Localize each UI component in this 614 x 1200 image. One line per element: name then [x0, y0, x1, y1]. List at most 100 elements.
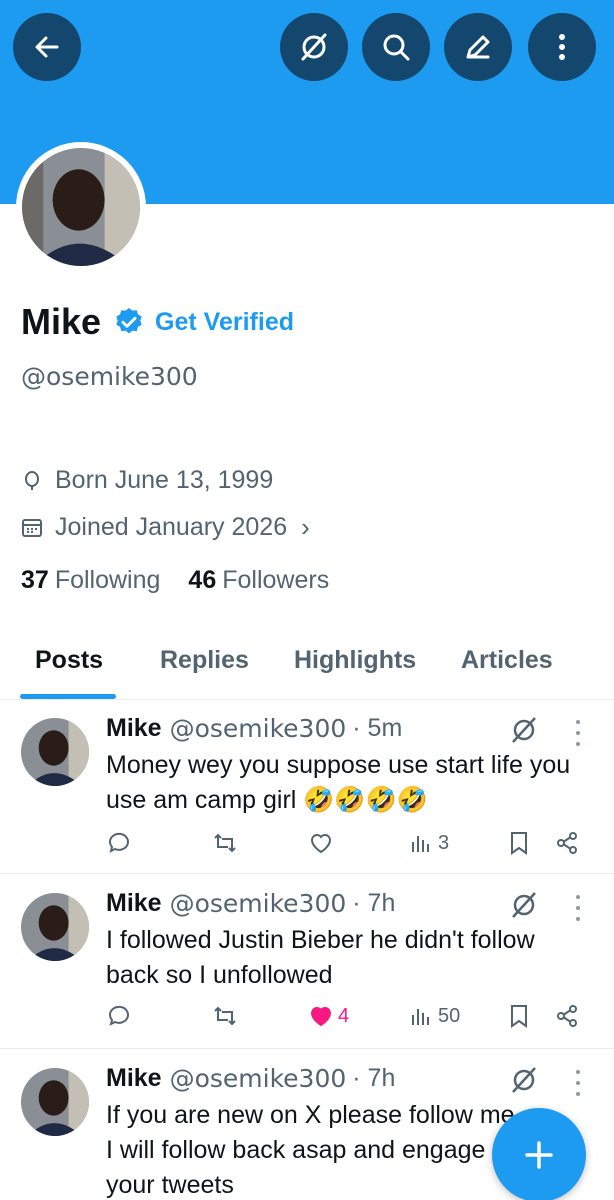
bookmark-button[interactable]: [506, 830, 532, 856]
post-avatar[interactable]: [21, 718, 89, 786]
profile-avatar[interactable]: [16, 142, 146, 272]
post-actions: 4 50: [106, 1003, 596, 1035]
post-more-button[interactable]: [570, 895, 586, 921]
post-timestamp: · 7h: [352, 889, 396, 917]
post-author-name[interactable]: Mike: [106, 1064, 162, 1093]
pencil-icon: [466, 35, 490, 59]
following-label: Following: [54, 566, 161, 594]
followers-count: 46: [188, 566, 217, 594]
repost-button[interactable]: [212, 830, 238, 856]
arrow-left-icon: [35, 36, 59, 58]
balloon-icon: [25, 470, 39, 490]
followers-label: Followers: [222, 566, 330, 594]
active-tab-indicator: [20, 694, 116, 699]
tab-posts[interactable]: Posts: [35, 646, 103, 675]
views-button[interactable]: 3: [408, 830, 449, 856]
back-button[interactable]: [13, 13, 81, 81]
calendar-icon: [22, 518, 42, 537]
verified-badge-icon: [116, 308, 142, 334]
post-author-handle[interactable]: @osemike300: [170, 889, 347, 918]
reply-icon: [108, 1005, 129, 1026]
post-text: If you are new on X please follow me I w…: [106, 1101, 515, 1199]
post-actions: 3: [106, 830, 596, 862]
tab-replies[interactable]: Replies: [160, 646, 249, 675]
post-header: Mike @osemike300 · 7h: [106, 1064, 395, 1093]
post-more-button[interactable]: [570, 1070, 586, 1096]
post-timestamp: · 7h: [352, 1064, 396, 1092]
profile-name-row: Mike Get Verified: [21, 296, 294, 348]
like-count: 4: [338, 1004, 350, 1027]
birthday-row: Born June 13, 1999: [21, 466, 273, 495]
followers-link[interactable]: 46 Followers: [188, 566, 329, 595]
share-icon: [557, 1005, 577, 1027]
like-button[interactable]: 4: [308, 1003, 349, 1029]
grok-post-button[interactable]: [508, 889, 540, 921]
bookmark-icon: [511, 1005, 527, 1028]
more-options-button[interactable]: [528, 13, 596, 81]
analytics-icon: [412, 1009, 429, 1025]
post-header: Mike @osemike300 · 7h: [106, 889, 395, 918]
repost-icon: [214, 833, 236, 853]
reply-button[interactable]: [106, 1003, 132, 1029]
tab-articles[interactable]: Articles: [461, 646, 553, 675]
bookmark-button[interactable]: [506, 1003, 532, 1029]
joined-text: Joined January 2026: [55, 513, 288, 541]
grok-icon: [512, 717, 536, 743]
joined-row[interactable]: Joined January 2026 ›: [21, 512, 310, 543]
heart-filled-icon: [310, 1007, 332, 1027]
search-button[interactable]: [362, 13, 430, 81]
post-item[interactable]: Mike @osemike300 · 7h I followed Justin …: [0, 875, 614, 1049]
share-button[interactable]: [554, 830, 580, 856]
post-timestamp: · 5m: [352, 714, 403, 742]
avatar-image: [22, 148, 140, 266]
post-author-name[interactable]: Mike: [106, 714, 162, 743]
profile-handle: @osemike300: [21, 362, 198, 391]
repost-icon: [214, 1006, 236, 1026]
grok-button[interactable]: [280, 13, 348, 81]
repost-button[interactable]: [212, 1003, 238, 1029]
post-item[interactable]: Mike @osemike300 · 5m Money wey you supp…: [0, 700, 614, 874]
grok-post-button[interactable]: [508, 714, 540, 746]
display-name: Mike: [21, 301, 102, 342]
view-count: 3: [438, 831, 450, 854]
avatar-image: [21, 1068, 89, 1136]
plus-icon: [525, 1141, 553, 1169]
post-author-handle[interactable]: @osemike300: [170, 1064, 347, 1093]
grok-icon: [512, 1067, 536, 1093]
post-more-button[interactable]: [570, 720, 586, 746]
share-button[interactable]: [554, 1003, 580, 1029]
post-header: Mike @osemike300 · 5m: [106, 714, 402, 743]
profile-tabs: Posts Replies Highlights Articles: [0, 632, 614, 700]
following-count: 37: [21, 566, 49, 594]
views-button[interactable]: 50: [408, 1003, 460, 1029]
grok-icon: [512, 892, 536, 918]
edit-button[interactable]: [444, 13, 512, 81]
view-count: 50: [438, 1004, 461, 1027]
search-icon: [383, 34, 410, 61]
more-vertical-icon: [559, 34, 565, 60]
post-text: Money wey you suppose use start life you…: [106, 751, 571, 814]
reply-button[interactable]: [106, 830, 132, 856]
avatar-image: [21, 718, 89, 786]
follow-stats: 37 Following 46 Followers: [21, 566, 357, 595]
compose-post-button[interactable]: [492, 1108, 586, 1200]
share-icon: [557, 832, 577, 854]
grok-icon: [301, 33, 327, 61]
heart-icon: [310, 834, 332, 854]
post-avatar[interactable]: [21, 1068, 89, 1136]
grok-post-button[interactable]: [508, 1064, 540, 1096]
post-text: I followed Justin Bieber he didn't follo…: [106, 926, 535, 989]
post-author-handle[interactable]: @osemike300: [170, 714, 347, 743]
chevron-right-icon: ›: [301, 512, 310, 542]
birthday-text: Born June 13, 1999: [55, 466, 274, 494]
like-button[interactable]: [308, 830, 338, 856]
following-link[interactable]: 37 Following: [21, 566, 160, 595]
analytics-icon: [412, 836, 429, 852]
post-avatar[interactable]: [21, 893, 89, 961]
tab-highlights[interactable]: Highlights: [294, 646, 416, 675]
reply-icon: [108, 832, 129, 853]
avatar-image: [21, 893, 89, 961]
post-author-name[interactable]: Mike: [106, 889, 162, 918]
get-verified-link[interactable]: Get Verified: [155, 308, 294, 337]
bookmark-icon: [511, 832, 527, 855]
